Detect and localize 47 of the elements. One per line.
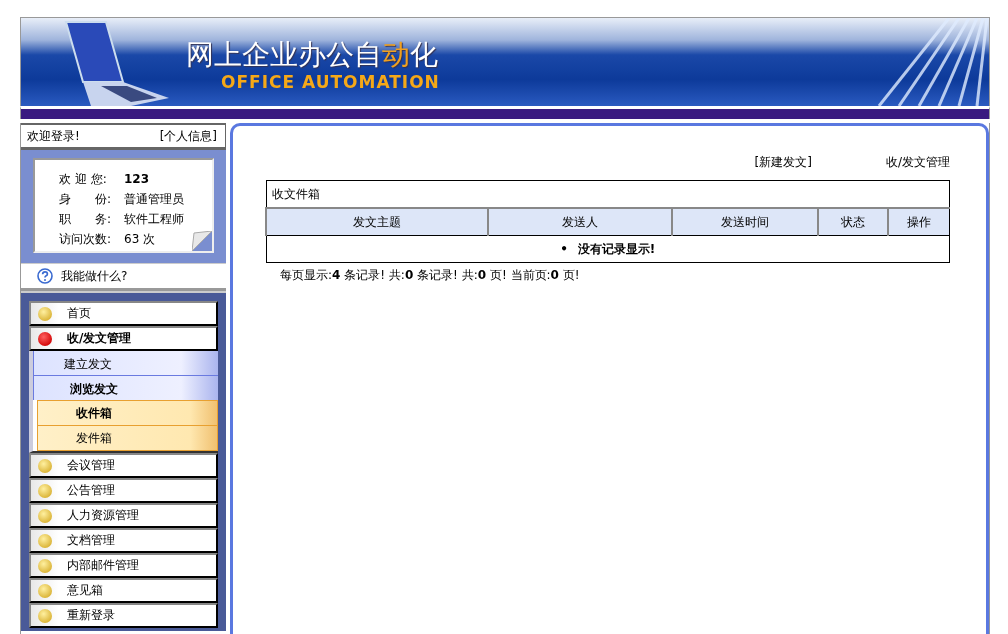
submenu-item[interactable]: 浏览发文 (33, 376, 218, 400)
welcome-text: 欢迎登录! (27, 128, 80, 144)
breadcrumb: 收/发文管理 (885, 154, 950, 171)
info-value: 普通管理员 (124, 191, 184, 208)
column-header: 操作 (888, 208, 950, 236)
bullet-icon (37, 532, 53, 549)
bullet-icon (37, 557, 53, 574)
info-label: 身 份: (59, 191, 113, 208)
submenu-item[interactable]: 发件箱 (37, 426, 218, 451)
help-link[interactable]: 我能做什么? (61, 267, 128, 285)
column-header: 发送人 (488, 208, 672, 236)
info-label: 职 务: (59, 211, 113, 228)
pagination-info: 每页显示:4 条记录! 共:0 条记录! 共:0 页! 当前页:0 页! (279, 267, 581, 284)
bullet-mark: • (560, 241, 568, 256)
nav-item[interactable]: 收/发文管理 (29, 326, 218, 351)
new-document-link[interactable]: [新建发文] (754, 154, 812, 171)
bullet-icon (37, 582, 53, 599)
bullet-icon (37, 457, 53, 474)
nav-item[interactable]: 重新登录 (29, 603, 218, 628)
bullet-icon (37, 305, 53, 322)
nav-item[interactable]: 会议管理 (29, 453, 218, 478)
bullet-icon (37, 482, 53, 499)
column-header: 发文主题 (266, 208, 488, 236)
empty-message: 没有记录显示! (577, 241, 656, 256)
column-header: 状态 (818, 208, 888, 236)
profile-link[interactable]: [个人信息] (159, 128, 217, 144)
info-value: 软件工程师 (124, 211, 184, 228)
nav-item[interactable]: 文档管理 (29, 528, 218, 553)
submenu-item[interactable]: 收件箱 (37, 400, 218, 426)
info-label: 欢 迎 您: (59, 171, 108, 188)
nav-item[interactable]: 内部邮件管理 (29, 553, 218, 578)
nav-item[interactable]: 首页 (29, 301, 218, 326)
app-subtitle: OFFICE AUTOMATION (221, 72, 440, 92)
info-value: 123 (124, 171, 150, 188)
column-header: 发送时间 (672, 208, 818, 236)
help-icon (37, 268, 53, 284)
info-value: 63 次 (124, 231, 156, 248)
submenu-item[interactable]: 建立发文 (33, 351, 218, 376)
bullet-icon (37, 330, 53, 347)
page-curl-icon (192, 231, 212, 251)
bullet-icon (37, 607, 53, 624)
info-label: 访问次数: (59, 231, 113, 248)
nav-item[interactable]: 人力资源管理 (29, 503, 218, 528)
bullet-icon (37, 507, 53, 524)
nav-item[interactable]: 公告管理 (29, 478, 218, 503)
app-title: 网上企业办公自动化 (186, 37, 438, 73)
nav-item[interactable]: 意见箱 (29, 578, 218, 603)
